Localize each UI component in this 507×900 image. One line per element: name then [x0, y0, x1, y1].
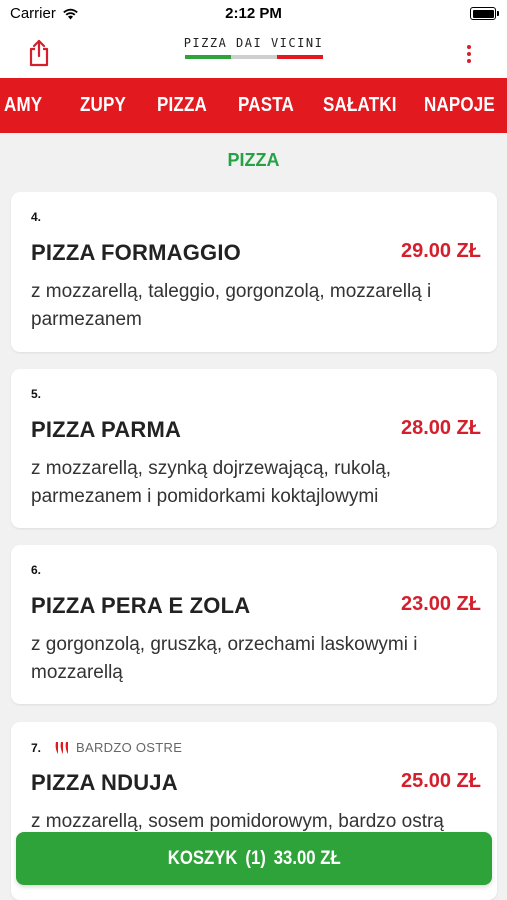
item-number-text: 7. — [31, 740, 42, 755]
tab-zupy[interactable]: ZUPY — [80, 78, 126, 133]
more-dot-icon — [467, 52, 471, 56]
tab-napoje[interactable]: NAPOJE — [424, 78, 495, 133]
tab-pasta[interactable]: PASTA — [238, 78, 294, 133]
battery-icon — [470, 7, 499, 20]
cart-total: 33.00 ZŁ — [273, 847, 341, 869]
item-name: PIZZA PARMA — [31, 417, 182, 442]
menu-item-card[interactable]: 4. PIZZA FORMAGGIO 29.00 ZŁ z mozzarellą… — [11, 192, 497, 352]
item-description: z mozzarellą, taleggio, gorgonzolą, mozz… — [31, 281, 432, 330]
tab-salatki[interactable]: SAŁATKI — [323, 78, 397, 133]
item-number: 4. — [31, 210, 41, 224]
item-price: 29.00 ZŁ — [400, 240, 481, 262]
tab-amy[interactable]: AMY — [4, 78, 42, 133]
more-dot-icon — [467, 45, 471, 49]
item-name: PIZZA PERA E ZOLA — [31, 593, 251, 618]
item-number-text: 4. — [31, 210, 42, 224]
spicy-badge: BARDZO OSTRE — [54, 740, 182, 755]
flag-stripe-green — [184, 55, 231, 59]
category-tabs: AMY ZUPY PIZZA PASTA SAŁATKI NAPOJE — [0, 78, 507, 133]
item-price: 25.00 ZŁ — [400, 770, 481, 792]
app-logo: PIZZA DAI VICINI — [0, 36, 507, 59]
menu-item-card[interactable]: 6. PIZZA PERA E ZOLA 23.00 ZŁ z gorgonzo… — [11, 545, 497, 704]
item-number-text: 6. — [31, 563, 42, 577]
cart-label: KOSZYK — [167, 847, 238, 869]
more-options-button[interactable] — [457, 40, 481, 68]
item-price: 23.00 ZŁ — [400, 593, 481, 615]
item-number: 7. BARDZO OSTRE — [31, 740, 182, 755]
nav-bar: PIZZA DAI VICINI — [0, 28, 507, 78]
menu-item-card[interactable]: 5. PIZZA PARMA 28.00 ZŁ z mozzarellą, sz… — [11, 369, 497, 528]
status-bar: Carrier 2:12 PM — [0, 0, 507, 28]
item-number-text: 5. — [31, 387, 42, 401]
item-number: 5. — [31, 387, 41, 401]
item-description: z gorgonzolą, gruszką, orzechami laskowy… — [31, 634, 418, 683]
section-title: PIZZA — [227, 150, 280, 170]
tab-pizza[interactable]: PIZZA — [157, 78, 207, 133]
flag-stripe-white — [230, 55, 277, 59]
logo-flag-stripe — [184, 55, 323, 59]
spicy-label: BARDZO OSTRE — [76, 740, 183, 755]
item-number: 6. — [31, 563, 41, 577]
flag-stripe-red — [276, 55, 323, 59]
logo-text: PIZZA DAI VICINI — [183, 36, 324, 50]
cart-count: (1) — [245, 847, 266, 869]
chili-pepper-icon — [55, 741, 69, 754]
item-price: 28.00 ZŁ — [400, 417, 481, 439]
item-description: z mozzarellą, szynką dojrzewającą, rukol… — [31, 458, 392, 507]
status-time: 2:12 PM — [225, 5, 282, 22]
item-name: PIZZA FORMAGGIO — [31, 240, 241, 265]
more-dot-icon — [467, 59, 471, 63]
cart-button[interactable]: KOSZYK (1) 33.00 ZŁ — [16, 832, 492, 885]
item-name: PIZZA NDUJA — [31, 770, 178, 795]
